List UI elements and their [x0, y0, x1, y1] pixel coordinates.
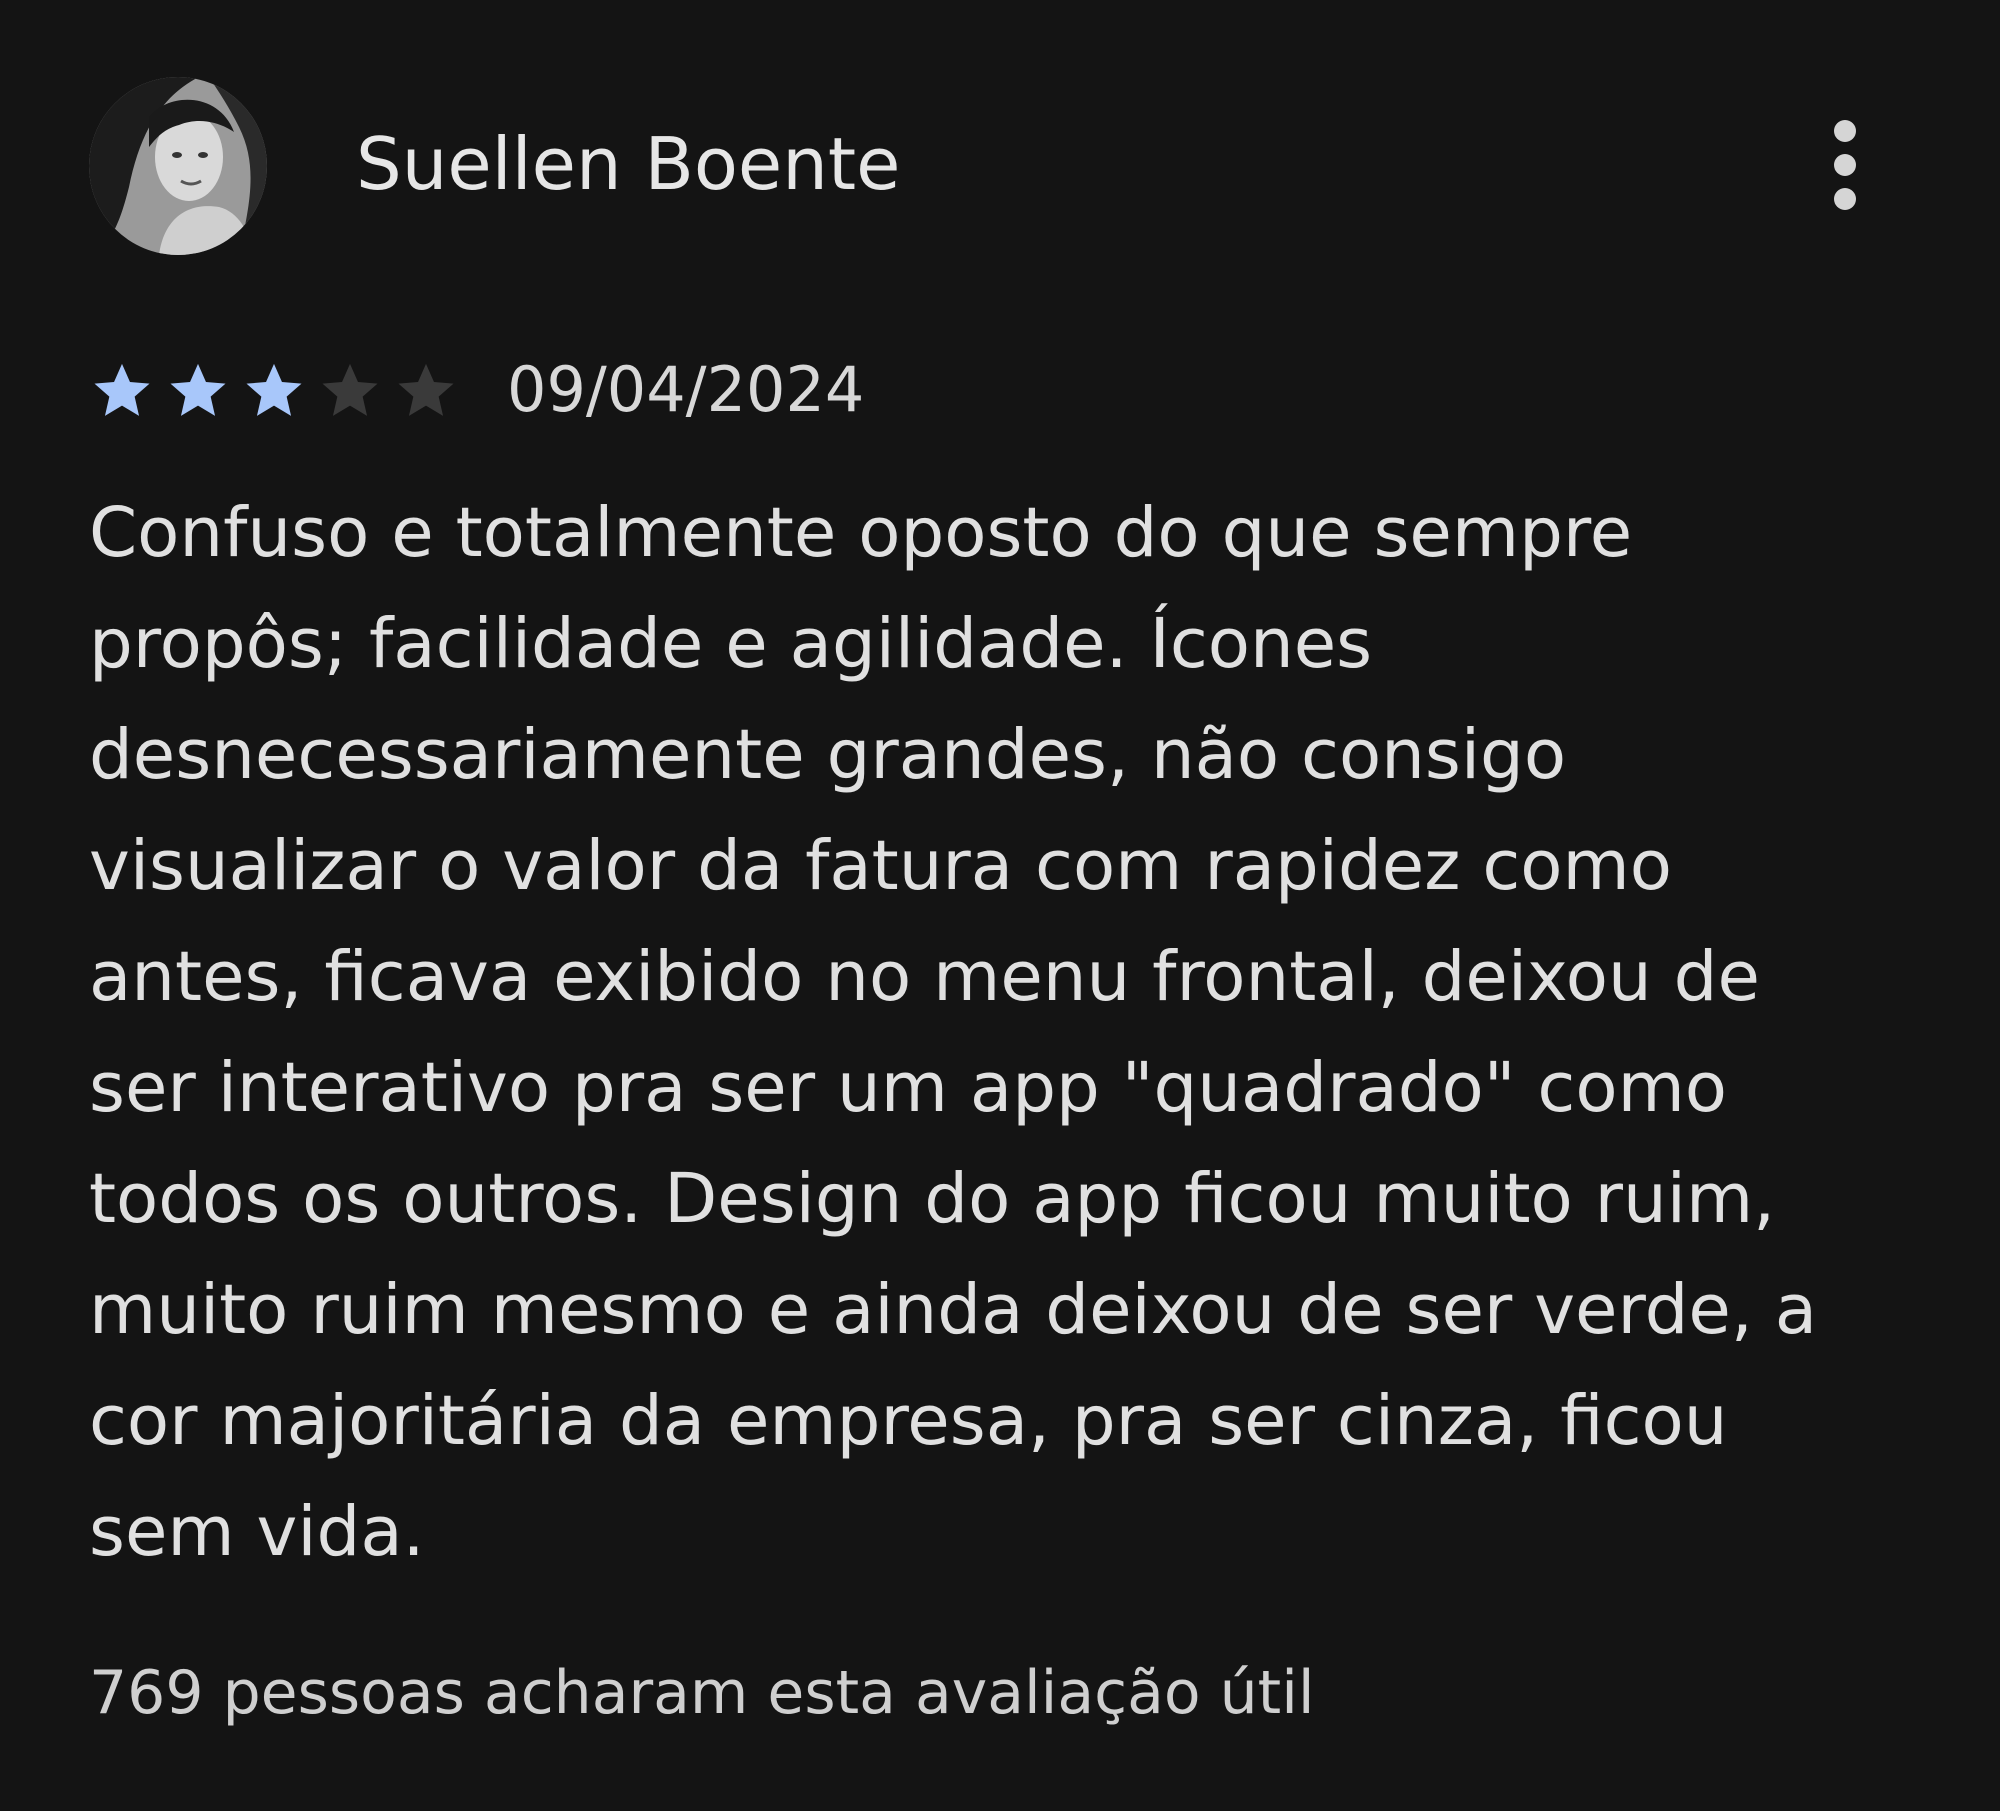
review-card: Suellen Boente 09/04/2024 Confuso e tota…	[0, 0, 2000, 1811]
star-filled-icon	[94, 363, 150, 416]
author-name: Suellen Boente	[356, 122, 901, 206]
rating-row: 09/04/2024	[89, 350, 864, 430]
more-options-button[interactable]	[1810, 110, 1880, 220]
more-vert-icon	[1834, 120, 1856, 142]
star-filled-icon	[246, 363, 302, 416]
avatar[interactable]	[89, 77, 267, 255]
star-empty-icon	[398, 363, 454, 416]
avatar-image	[89, 77, 267, 255]
star-rating	[89, 357, 459, 423]
review-date: 09/04/2024	[507, 353, 865, 426]
star-filled-icon	[170, 363, 226, 416]
review-text: Confuso e totalmente oposto do que sempr…	[89, 493, 1818, 1572]
more-vert-icon-dot	[1834, 154, 1856, 176]
helpful-count: 769 pessoas acharam esta avaliação útil	[89, 1658, 1315, 1728]
star-empty-icon	[322, 363, 378, 416]
more-vert-icon-dot	[1834, 188, 1856, 210]
